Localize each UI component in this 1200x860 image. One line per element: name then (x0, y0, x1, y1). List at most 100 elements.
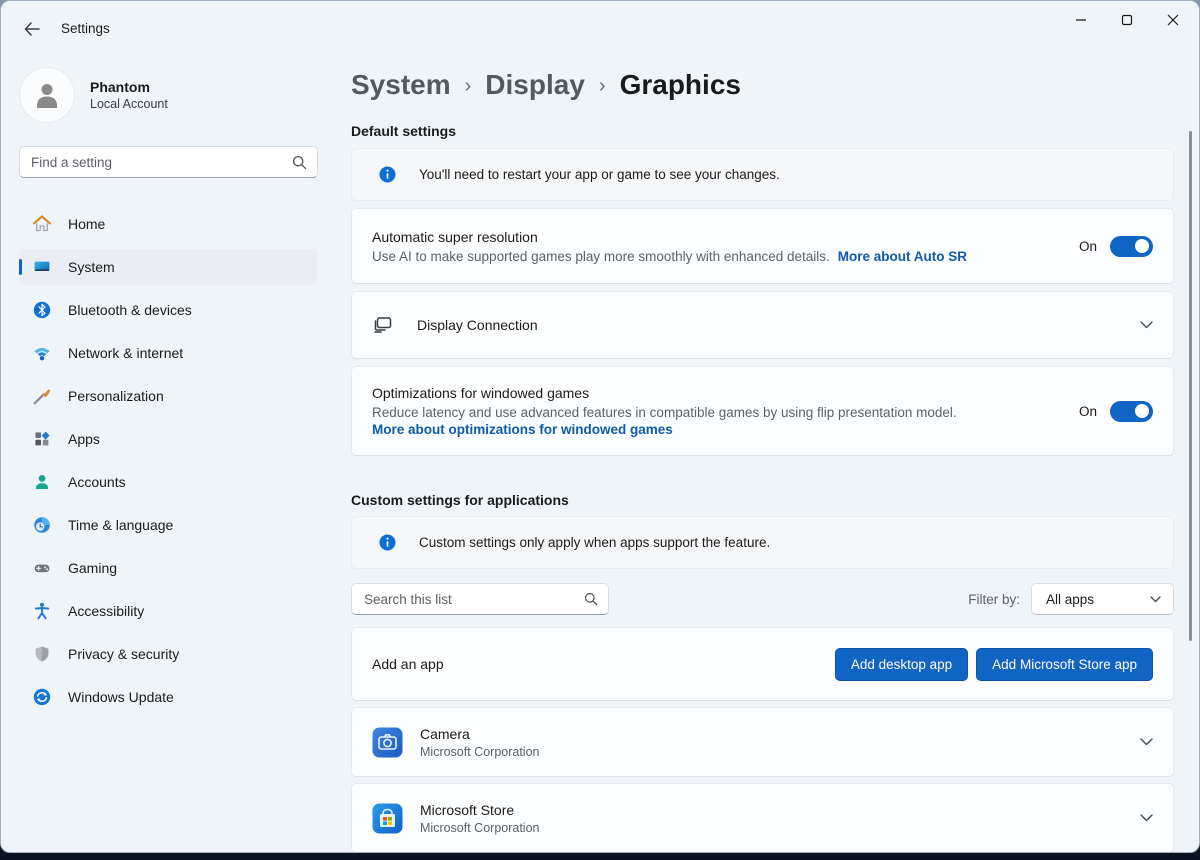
search-input[interactable] (31, 155, 292, 170)
windowed-games-description: Reduce latency and use advanced features… (372, 405, 1059, 420)
sidebar-item-label: Gaming (68, 560, 117, 576)
back-arrow-icon (24, 22, 40, 36)
filter-group: Filter by: All apps (968, 583, 1174, 615)
titlebar: Settings (1, 1, 1199, 57)
privacy-icon (32, 644, 52, 664)
sidebar-item-privacy-security[interactable]: Privacy & security (19, 636, 318, 672)
user-name: Phantom (90, 79, 168, 95)
auto-sr-title: Automatic super resolution (372, 229, 1059, 245)
windowed-games-state-label: On (1079, 404, 1097, 419)
add-app-label: Add an app (372, 656, 444, 672)
filter-by-label: Filter by: (968, 592, 1020, 607)
gaming-icon (32, 558, 52, 578)
windowed-games-card: Optimizations for windowed games Reduce … (351, 366, 1174, 456)
sidebar-item-personalization[interactable]: Personalization (19, 378, 318, 414)
sidebar-item-bluetooth-devices[interactable]: Bluetooth & devices (19, 292, 318, 328)
windowed-games-toggle-group: On (1079, 401, 1153, 422)
sidebar-item-label: Time & language (68, 517, 173, 533)
sidebar-item-home[interactable]: Home (19, 206, 318, 242)
chevron-down-icon[interactable] (1140, 814, 1153, 822)
auto-sr-description: Use AI to make supported games play more… (372, 249, 830, 264)
info-icon (379, 166, 396, 183)
find-setting-searchbox[interactable] (19, 146, 318, 178)
microsoft-store-app-icon (372, 803, 403, 834)
default-settings-heading: Default settings (351, 123, 1174, 139)
window-controls (1058, 1, 1196, 39)
breadcrumb-display[interactable]: Display (485, 69, 585, 101)
search-list-box[interactable] (351, 583, 609, 615)
sidebar-item-network-internet[interactable]: Network & internet (19, 335, 318, 371)
main-content: System › Display › Graphics Default sett… (337, 57, 1199, 852)
auto-sr-card: Automatic super resolution Use AI to mak… (351, 208, 1174, 284)
chevron-down-icon[interactable] (1140, 321, 1153, 329)
back-button[interactable] (17, 16, 47, 42)
add-app-card: Add an app Add desktop app Add Microsoft… (351, 627, 1174, 701)
sidebar-item-windows-update[interactable]: Windows Update (19, 679, 318, 715)
filter-dropdown[interactable]: All apps (1031, 583, 1174, 615)
sidebar-item-time-language[interactable]: Time & language (19, 507, 318, 543)
home-icon (32, 214, 52, 234)
user-icon (30, 78, 64, 112)
toggle-knob (1135, 404, 1149, 418)
windowed-games-more-link[interactable]: More about optimizations for windowed ga… (372, 422, 673, 437)
minimize-button[interactable] (1058, 1, 1104, 39)
sidebar-nav: Home System Bluetooth & devices Network … (19, 206, 318, 715)
app-row-camera[interactable]: Camera Microsoft Corporation (351, 707, 1174, 777)
search-list-input[interactable] (364, 592, 584, 607)
windowed-games-title: Optimizations for windowed games (372, 385, 1059, 401)
breadcrumb-graphics: Graphics (620, 69, 741, 101)
settings-window: Settings Phantom Local Account (0, 0, 1200, 853)
display-connection-icon (372, 315, 395, 335)
app-row-microsoft-store[interactable]: Microsoft Store Microsoft Corporation (351, 783, 1174, 852)
personalization-icon (32, 386, 52, 406)
add-desktop-app-button[interactable]: Add desktop app (835, 648, 968, 681)
sidebar-item-label: Personalization (68, 388, 164, 404)
filter-dropdown-value: All apps (1046, 592, 1150, 607)
sidebar-item-accounts[interactable]: Accounts (19, 464, 318, 500)
info-icon (379, 534, 396, 551)
user-account[interactable]: Phantom Local Account (19, 67, 318, 123)
custom-settings-info-banner: Custom settings only apply when apps sup… (351, 516, 1174, 569)
sidebar-item-label: Bluetooth & devices (68, 302, 192, 318)
system-icon (32, 257, 52, 277)
auto-sr-toggle[interactable] (1110, 236, 1153, 257)
sidebar-item-label: Windows Update (68, 689, 174, 705)
sidebar-item-gaming[interactable]: Gaming (19, 550, 318, 586)
restart-info-text: You'll need to restart your app or game … (419, 167, 780, 182)
apps-icon (32, 429, 52, 449)
user-account-type: Local Account (90, 97, 168, 111)
sidebar: Phantom Local Account Home System Blueto… (1, 57, 337, 852)
add-microsoft-store-app-button[interactable]: Add Microsoft Store app (976, 648, 1153, 681)
auto-sr-more-link[interactable]: More about Auto SR (838, 249, 967, 264)
sidebar-item-label: Apps (68, 431, 100, 447)
auto-sr-state-label: On (1079, 239, 1097, 254)
display-connection-card[interactable]: Display Connection (351, 291, 1174, 359)
close-button[interactable] (1150, 1, 1196, 39)
windows-update-icon (32, 687, 52, 707)
maximize-button[interactable] (1104, 1, 1150, 39)
chevron-down-icon[interactable] (1140, 738, 1153, 746)
avatar (19, 67, 75, 123)
toggle-knob (1135, 239, 1149, 253)
sidebar-item-label: Network & internet (68, 345, 183, 361)
sidebar-item-accessibility[interactable]: Accessibility (19, 593, 318, 629)
app-title: Settings (61, 21, 110, 36)
scrollbar[interactable] (1189, 131, 1192, 641)
maximize-icon (1121, 14, 1133, 26)
sidebar-item-apps[interactable]: Apps (19, 421, 318, 457)
sidebar-item-label: Accounts (68, 474, 126, 490)
sidebar-item-system[interactable]: System (19, 249, 318, 285)
sidebar-item-label: System (68, 259, 115, 275)
breadcrumb: System › Display › Graphics (351, 65, 1174, 105)
sidebar-item-label: Privacy & security (68, 646, 179, 662)
sidebar-item-label: Accessibility (68, 603, 144, 619)
app-publisher: Microsoft Corporation (420, 745, 1124, 759)
custom-settings-info-text: Custom settings only apply when apps sup… (419, 535, 770, 550)
breadcrumb-system[interactable]: System (351, 69, 451, 101)
close-icon (1167, 14, 1179, 26)
app-publisher: Microsoft Corporation (420, 821, 1124, 835)
windowed-games-toggle[interactable] (1110, 401, 1153, 422)
sidebar-item-label: Home (68, 216, 105, 232)
app-name: Microsoft Store (420, 802, 1124, 818)
custom-settings-heading: Custom settings for applications (351, 492, 1174, 508)
